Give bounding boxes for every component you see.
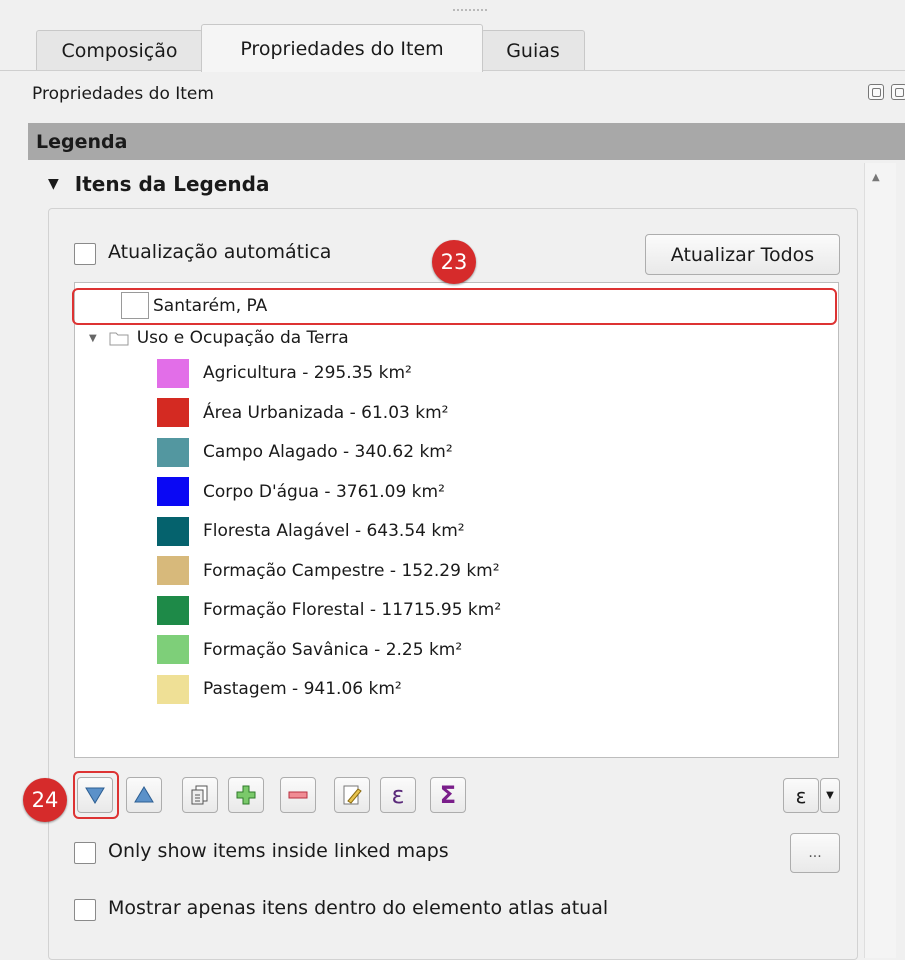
filter-expression-button[interactable]: ε [783, 778, 819, 813]
move-up-icon [134, 786, 154, 803]
atlas-only-label: Mostrar apenas itens dentro do elemento … [108, 897, 609, 919]
legend-item[interactable]: Formação Savânica - 2.25 km² [157, 635, 462, 665]
filter-dropdown-button[interactable]: ▼ [820, 778, 840, 813]
expression-button[interactable]: ε [380, 777, 416, 813]
legend-item-label: Campo Alagado - 340.62 km² [203, 442, 453, 462]
legend-swatch [157, 477, 189, 506]
group-label: Uso e Ocupação da Terra [136, 328, 349, 348]
update-all-button[interactable]: Atualizar Todos [645, 234, 840, 275]
tab-label: Composição [61, 39, 178, 62]
legend-item[interactable]: Agricultura - 295.35 km² [157, 358, 412, 388]
edit-item-button[interactable] [334, 777, 370, 813]
tab-label: Propriedades do Item [240, 37, 444, 60]
group-title: Itens da Legenda [74, 172, 270, 196]
legend-item[interactable]: Campo Alagado - 340.62 km² [157, 437, 453, 467]
auto-update-label: Atualização automática [108, 241, 332, 263]
legend-item[interactable]: Área Urbanizada - 61.03 km² [157, 398, 448, 428]
section-title: Legenda [36, 130, 128, 153]
legend-swatch [157, 674, 189, 704]
atlas-only-checkbox[interactable] [74, 899, 96, 921]
collapse-triangle-icon[interactable]: ▼ [48, 176, 59, 192]
folder-icon [109, 332, 129, 346]
legend-swatch [157, 437, 189, 467]
linked-maps-more-button[interactable]: ... [790, 833, 840, 873]
legend-item-label: Formação Florestal - 11715.95 km² [203, 600, 502, 620]
tab-composicao[interactable]: Composição [36, 30, 203, 70]
legend-swatch [157, 516, 189, 546]
expand-arrow-icon[interactable]: ▼ [89, 333, 97, 344]
minus-icon [288, 791, 308, 799]
float-panel-icon[interactable] [868, 84, 884, 100]
legend-item[interactable]: Floresta Alagável - 643.54 km² [157, 516, 465, 546]
legend-swatch [157, 595, 189, 625]
panel-title: Propriedades do Item [32, 84, 214, 104]
legend-item-label: Floresta Alagável - 643.54 km² [203, 521, 465, 541]
sum-button[interactable]: Σ [430, 777, 466, 813]
panel-grip[interactable] [452, 8, 488, 12]
legend-item[interactable]: Formação Campestre - 152.29 km² [157, 556, 500, 586]
update-all-label: Atualizar Todos [670, 243, 815, 266]
legend-item-label: Corpo D'água - 3761.09 km² [203, 481, 445, 502]
chevron-down-icon: ▼ [826, 790, 834, 801]
legend-item-label: Formação Savânica - 2.25 km² [203, 639, 463, 660]
add-group-button[interactable] [182, 777, 218, 813]
sigma-icon: Σ [439, 781, 457, 809]
remove-item-button[interactable] [280, 777, 316, 813]
annotation-badge-24: 24 [23, 778, 67, 822]
legend-item-label: Pastagem - 941.06 km² [203, 679, 402, 699]
linked-maps-checkbox[interactable] [74, 842, 96, 864]
edit-pencil-icon [343, 785, 362, 805]
legend-item-label: Área Urbanizada - 61.03 km² [203, 402, 449, 423]
tree-row-group[interactable]: ▼ Uso e Ocupação da Terra [89, 328, 349, 348]
section-header-legenda: Legenda [28, 123, 905, 160]
filter-expression-icon: ε [795, 783, 807, 808]
legend-item-label: Agricultura - 295.35 km² [203, 363, 412, 383]
tab-guias[interactable]: Guias [481, 30, 585, 70]
epsilon-icon: ε [391, 781, 405, 809]
legend-item[interactable]: Corpo D'água - 3761.09 km² [157, 477, 445, 507]
scroll-up-arrow-icon[interactable]: ▲ [872, 172, 880, 183]
auto-update-checkbox[interactable] [74, 243, 96, 265]
plus-icon [236, 785, 256, 805]
legend-swatch [157, 556, 189, 585]
tab-label: Guias [506, 39, 560, 62]
add-item-button[interactable] [228, 777, 264, 813]
annotation-highlight-box [72, 288, 837, 325]
annotation-highlight-box-2 [73, 771, 119, 819]
legend-swatch [157, 635, 189, 664]
more-label: ... [808, 845, 822, 861]
linked-maps-label: Only show items inside linked maps [108, 840, 449, 862]
legend-item[interactable]: Pastagem - 941.06 km² [157, 674, 402, 704]
legend-item[interactable]: Formação Florestal - 11715.95 km² [157, 595, 501, 625]
legend-swatch [157, 358, 189, 388]
legend-swatch [157, 398, 189, 427]
legend-tree[interactable]: Santarém, PA ▼ Uso e Ocupação da Terra A… [74, 282, 839, 758]
legend-item-label: Formação Campestre - 152.29 km² [203, 560, 500, 581]
annotation-badge-23: 23 [432, 240, 476, 284]
move-up-button[interactable] [126, 777, 162, 813]
tab-propriedades-do-item[interactable]: Propriedades do Item [201, 24, 483, 72]
close-panel-icon[interactable] [891, 84, 905, 100]
vertical-scrollbar[interactable] [864, 163, 896, 958]
group-header-itens-da-legenda[interactable]: ▼ Itens da Legenda [48, 172, 269, 196]
add-group-icon [191, 785, 208, 805]
